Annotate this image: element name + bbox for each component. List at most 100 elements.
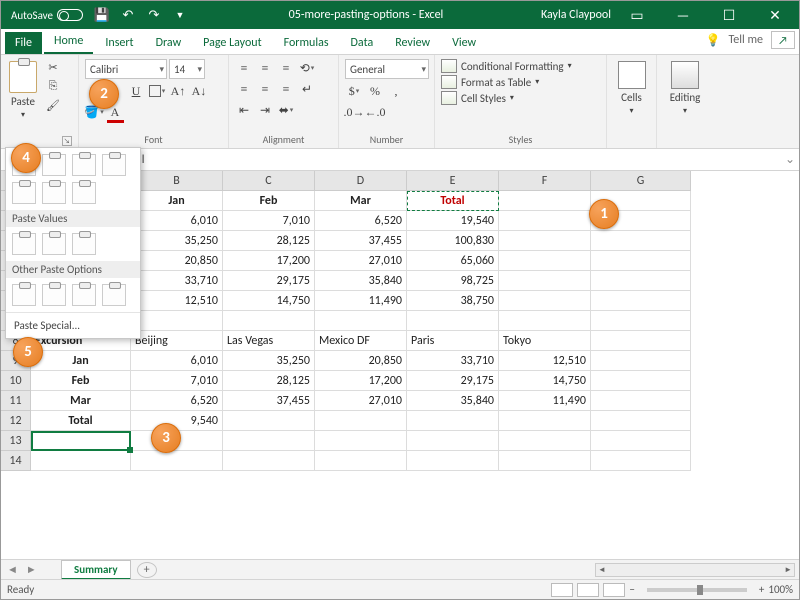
tab-data[interactable]: Data bbox=[341, 32, 384, 54]
paste-option-values-source[interactable] bbox=[72, 233, 96, 255]
align-middle-icon[interactable]: ≡ bbox=[256, 59, 274, 77]
accounting-format-icon[interactable]: $ bbox=[345, 82, 363, 100]
increase-decimal-icon[interactable]: .0→ bbox=[345, 103, 363, 121]
paste-option-linked-picture[interactable] bbox=[102, 284, 126, 306]
col-header-d[interactable]: D bbox=[315, 171, 407, 191]
cell[interactable]: Total bbox=[407, 191, 499, 211]
comma-format-icon[interactable]: , bbox=[387, 82, 405, 100]
increase-indent-icon[interactable]: ⇥ bbox=[256, 101, 274, 119]
align-right-icon[interactable]: ≡ bbox=[277, 80, 295, 98]
row-header[interactable]: 10 bbox=[1, 371, 31, 391]
titlebar: AutoSave 💾 ↶ ↷ ▼ 05-more-pasting-options… bbox=[1, 1, 799, 29]
border-button[interactable] bbox=[148, 82, 166, 100]
underline-button[interactable]: U bbox=[127, 82, 145, 100]
editing-button[interactable]: Editing ▾ bbox=[668, 59, 703, 118]
horizontal-scrollbar[interactable] bbox=[595, 563, 795, 577]
paste-special-menuitem[interactable]: Paste Special... bbox=[6, 312, 140, 338]
expand-formula-bar[interactable]: ⌄ bbox=[781, 152, 799, 167]
zoom-out-button[interactable]: − bbox=[629, 583, 634, 596]
add-sheet-button[interactable]: + bbox=[137, 562, 157, 578]
cut-icon[interactable]: ✂ bbox=[43, 59, 63, 75]
align-left-icon[interactable]: ≡ bbox=[235, 80, 253, 98]
tab-file[interactable]: File bbox=[5, 32, 42, 54]
font-name-combo[interactable]: Calibri bbox=[85, 59, 167, 79]
percent-format-icon[interactable]: % bbox=[366, 82, 384, 100]
align-center-icon[interactable]: ≡ bbox=[256, 80, 274, 98]
col-header-g[interactable]: G bbox=[591, 171, 691, 191]
formula-input[interactable]: Total bbox=[115, 153, 781, 167]
row-header[interactable]: 12 bbox=[1, 411, 31, 431]
paste-option-no-borders[interactable] bbox=[12, 182, 36, 204]
clipboard-launcher[interactable]: ↘ bbox=[62, 136, 72, 146]
view-page-break-icon[interactable] bbox=[603, 583, 625, 597]
view-page-layout-icon[interactable] bbox=[577, 583, 599, 597]
merge-center-icon[interactable]: ⬌ bbox=[277, 101, 295, 119]
cells-button[interactable]: Cells ▾ bbox=[616, 59, 648, 118]
tab-view[interactable]: View bbox=[442, 32, 486, 54]
grow-font-button[interactable]: A↑ bbox=[169, 82, 187, 100]
autosave-toggle[interactable]: AutoSave bbox=[7, 9, 87, 22]
ribbon-options-icon[interactable]: ▭ bbox=[617, 1, 657, 29]
zoom-slider[interactable] bbox=[647, 588, 747, 592]
copy-icon[interactable]: ⎘ bbox=[43, 78, 63, 94]
col-header-b[interactable]: B bbox=[131, 171, 223, 191]
paste-option-transpose[interactable] bbox=[72, 182, 96, 204]
cell[interactable]: Mar bbox=[315, 191, 407, 211]
status-bar: Ready − + 100% bbox=[1, 579, 799, 599]
zoom-level[interactable]: 100% bbox=[768, 583, 793, 596]
align-top-icon[interactable]: ≡ bbox=[235, 59, 253, 77]
share-button[interactable]: ↗ bbox=[771, 31, 795, 49]
decrease-decimal-icon[interactable]: ←.0 bbox=[366, 103, 384, 121]
qat-customize-icon[interactable]: ▼ bbox=[169, 5, 191, 25]
tab-draw[interactable]: Draw bbox=[146, 32, 192, 54]
format-painter-icon[interactable]: 🖌 bbox=[43, 97, 63, 113]
shrink-font-button[interactable]: A↓ bbox=[190, 82, 208, 100]
paste-option-keep-source[interactable] bbox=[102, 154, 126, 176]
paste-option-picture[interactable] bbox=[72, 284, 96, 306]
paste-option-keep-widths[interactable] bbox=[42, 182, 66, 204]
wrap-text-icon[interactable]: ↵ bbox=[298, 80, 316, 98]
align-bottom-icon[interactable]: ≡ bbox=[277, 59, 295, 77]
cell[interactable]: Jan bbox=[131, 191, 223, 211]
tab-formulas[interactable]: Formulas bbox=[274, 32, 339, 54]
orientation-icon[interactable]: ⟲ bbox=[298, 59, 316, 77]
col-header-c[interactable]: C bbox=[223, 171, 315, 191]
sheet-tab-summary[interactable]: Summary bbox=[61, 560, 131, 580]
zoom-in-button[interactable]: + bbox=[759, 583, 764, 596]
undo-icon[interactable]: ↶ bbox=[117, 5, 139, 25]
close-button[interactable]: ✕ bbox=[755, 1, 795, 29]
row-header[interactable]: 14 bbox=[1, 451, 31, 471]
row-header[interactable]: 13 bbox=[1, 431, 31, 451]
redo-icon[interactable]: ↷ bbox=[143, 5, 165, 25]
paste-option-link[interactable] bbox=[42, 284, 66, 306]
paste-option-values[interactable] bbox=[12, 233, 36, 255]
paste-option-formulas[interactable] bbox=[42, 154, 66, 176]
save-icon[interactable]: 💾 bbox=[91, 5, 113, 25]
col-header-f[interactable]: F bbox=[499, 171, 591, 191]
tab-home[interactable]: Home bbox=[44, 30, 93, 54]
cell[interactable]: Feb bbox=[223, 191, 315, 211]
number-format-combo[interactable]: General bbox=[345, 59, 429, 79]
paste-option-values-num[interactable] bbox=[42, 233, 66, 255]
conditional-formatting-button[interactable]: Conditional Formatting▾ bbox=[441, 59, 572, 73]
cell-styles-button[interactable]: Cell Styles▾ bbox=[441, 91, 572, 105]
cell[interactable] bbox=[499, 191, 591, 211]
view-normal-icon[interactable] bbox=[551, 583, 573, 597]
col-header-e[interactable]: E bbox=[407, 171, 499, 191]
sheet-nav-next[interactable]: ► bbox=[26, 563, 37, 576]
tab-page-layout[interactable]: Page Layout bbox=[193, 32, 271, 54]
ribbon: Paste ▾ ✂ ⎘ 🖌 ↘ Calibri 14 B I U A↑ A bbox=[1, 55, 799, 149]
font-size-combo[interactable]: 14 bbox=[169, 59, 205, 79]
paste-option-formatting[interactable] bbox=[12, 284, 36, 306]
paste-button[interactable]: Paste ▾ bbox=[7, 59, 39, 122]
tell-me[interactable]: Tell me bbox=[728, 33, 763, 47]
paste-option-formulas-num[interactable] bbox=[72, 154, 96, 176]
minimize-button[interactable]: — bbox=[663, 1, 703, 29]
tab-insert[interactable]: Insert bbox=[95, 32, 143, 54]
maximize-button[interactable]: ☐ bbox=[709, 1, 749, 29]
row-header[interactable]: 11 bbox=[1, 391, 31, 411]
decrease-indent-icon[interactable]: ⇤ bbox=[235, 101, 253, 119]
sheet-nav-prev[interactable]: ◄ bbox=[7, 563, 18, 576]
tab-review[interactable]: Review bbox=[385, 32, 440, 54]
format-as-table-button[interactable]: Format as Table▾ bbox=[441, 75, 572, 89]
